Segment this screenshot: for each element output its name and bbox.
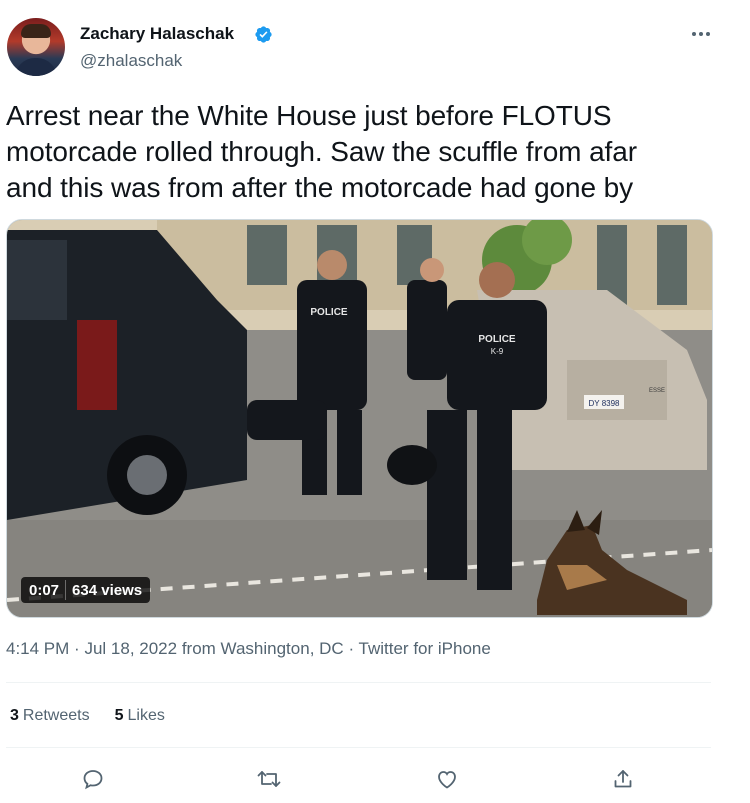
more-icon: [692, 32, 710, 36]
retweet-button[interactable]: [254, 764, 284, 794]
like-button[interactable]: [432, 764, 462, 794]
meta-separator: ·: [74, 639, 80, 658]
badge-separator: [65, 580, 67, 600]
likes-count: 5: [114, 707, 124, 724]
reply-button[interactable]: [78, 764, 108, 794]
retweets-count: 3: [10, 707, 19, 724]
divider: [6, 747, 711, 748]
retweets-stat[interactable]: 3 Retweets: [10, 707, 90, 725]
reply-icon: [83, 770, 103, 790]
tweet-source[interactable]: Twitter for iPhone: [359, 639, 491, 658]
share-icon: [614, 770, 632, 788]
video-badge: 0:07 634 views: [21, 577, 151, 603]
share-button[interactable]: [608, 764, 638, 794]
vest-left-text: POLICE: [310, 307, 348, 318]
like-icon: [438, 771, 456, 789]
meta-separator: ·: [348, 639, 355, 658]
retweets-label: Retweets: [22, 707, 90, 724]
avatar-hair: [21, 24, 51, 38]
likes-label: Likes: [127, 707, 165, 724]
verified-badge-icon: [255, 26, 272, 43]
tweet-location[interactable]: from Washington, DC: [182, 639, 344, 658]
avatar-shirt: [15, 58, 57, 76]
divider: [6, 682, 711, 683]
tweet-text: Arrest near the White House just before …: [6, 100, 637, 203]
retweet-icon: [257, 771, 281, 787]
car-badge-text: ESSE: [649, 388, 665, 394]
video-player[interactable]: DY 8398 ESSE POLICE POLICE K-9 0:07 634 …: [6, 219, 713, 618]
video-views: 634 views: [72, 581, 143, 599]
tweet-actions: [0, 762, 750, 796]
tweet-time[interactable]: 4:14 PM: [6, 639, 69, 658]
tweet-date[interactable]: Jul 18, 2022: [84, 639, 177, 658]
video-frame: DY 8398 ESSE POLICE POLICE K-9: [7, 220, 712, 617]
author-display-name[interactable]: Zachary Halaschak: [80, 24, 234, 44]
author-handle[interactable]: @zhalaschak: [80, 51, 182, 71]
tweet-stats: 3 Retweets 5 Likes: [10, 707, 165, 725]
tweet-meta: 4:14 PM · Jul 18, 2022 from Washington, …: [6, 639, 491, 659]
likes-stat[interactable]: 5 Likes: [115, 707, 165, 725]
video-duration: 0:07: [29, 581, 60, 599]
vest-right-text: POLICE: [478, 334, 516, 345]
plate-text: DY 8398: [589, 399, 621, 408]
tweet: Zachary Halaschak @zhalaschak Arrest nea…: [0, 0, 750, 803]
avatar[interactable]: [7, 18, 65, 76]
vest-right-subtext: K-9: [491, 347, 504, 356]
more-options-button[interactable]: [686, 22, 716, 46]
